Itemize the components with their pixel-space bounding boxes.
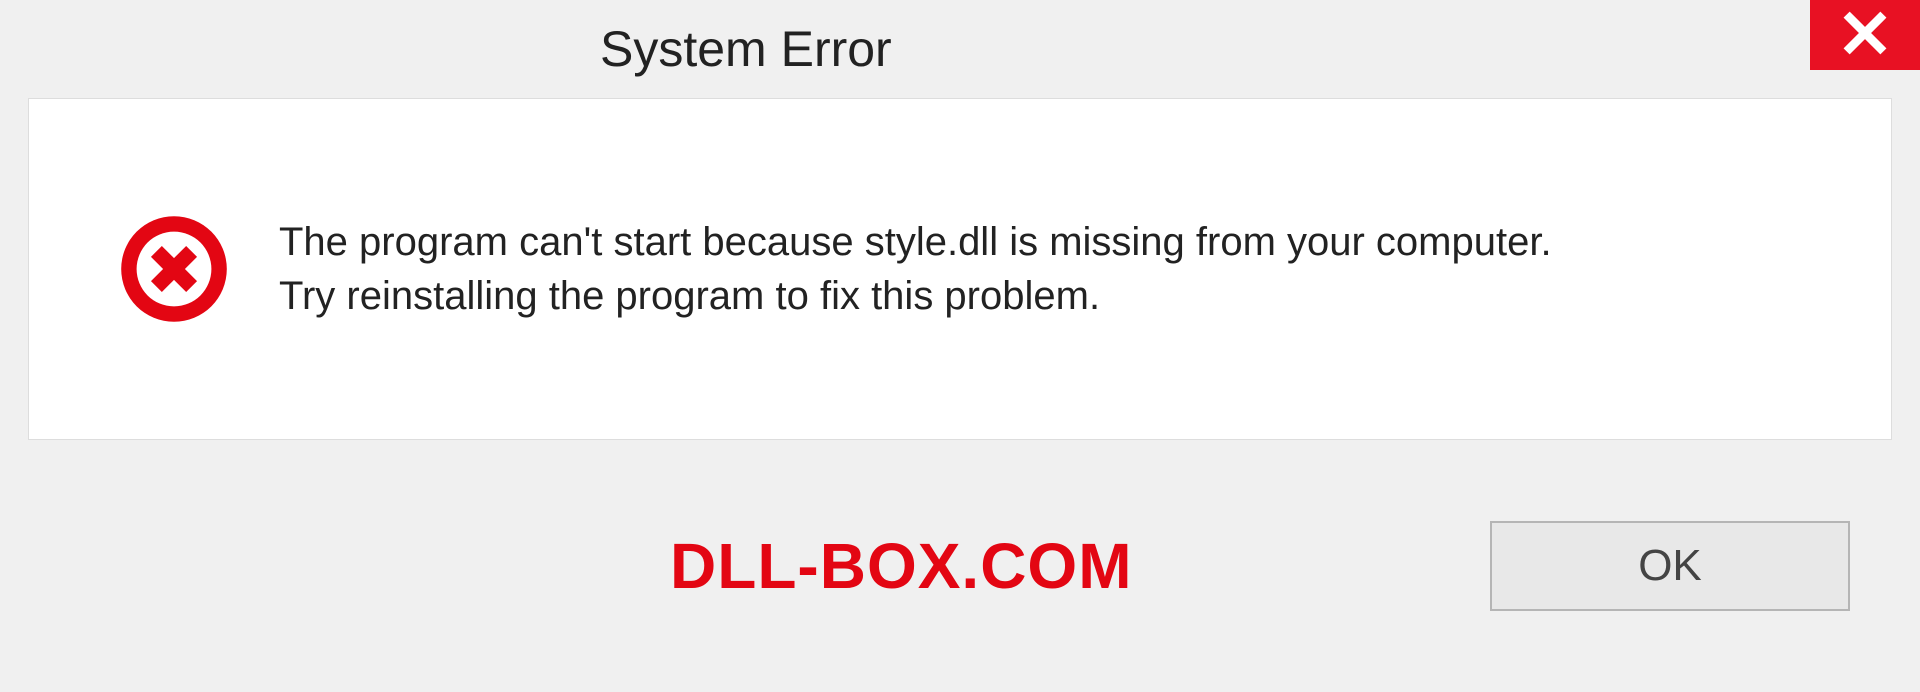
error-dialog-window: System Error The program can't start bec… [0,0,1920,692]
error-message-line1: The program can't start because style.dl… [279,215,1552,269]
content-panel: The program can't start because style.dl… [28,98,1892,440]
close-icon [1842,10,1888,61]
titlebar: System Error [0,0,1920,98]
error-message-line2: Try reinstalling the program to fix this… [279,269,1552,323]
footer: DLL-BOX.COM OK [0,440,1920,692]
window-title: System Error [600,20,892,78]
watermark-text: DLL-BOX.COM [670,529,1133,603]
close-button[interactable] [1810,0,1920,70]
error-icon [119,214,229,324]
error-message: The program can't start because style.dl… [279,215,1552,323]
ok-button[interactable]: OK [1490,521,1850,611]
